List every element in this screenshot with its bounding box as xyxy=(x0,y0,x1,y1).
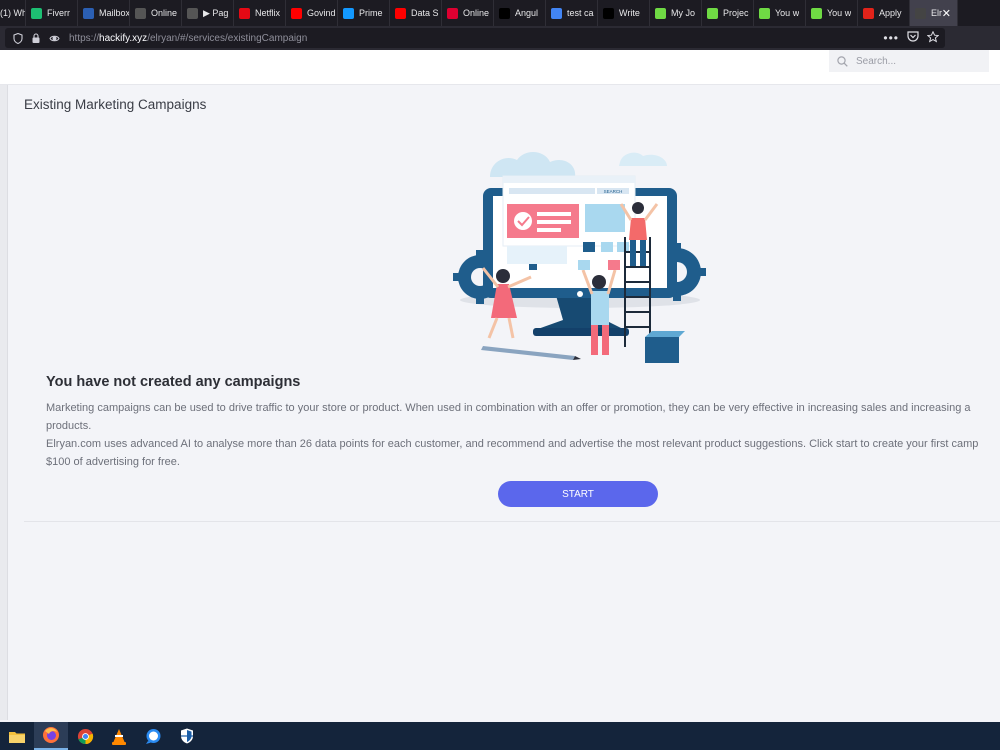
browser-tab[interactable]: Elr ✕ xyxy=(910,0,958,26)
tab-label: Online xyxy=(463,8,490,18)
search-icon xyxy=(837,55,848,67)
netflix-icon xyxy=(239,7,250,19)
start-button[interactable]: START xyxy=(498,481,658,507)
search-input[interactable]: Search... xyxy=(829,50,989,72)
tab-label: Fiverr xyxy=(47,8,70,18)
browser-tab[interactable]: Angul xyxy=(494,0,546,26)
browser-tab[interactable]: ▶ Pag xyxy=(182,0,234,26)
medium-icon xyxy=(499,7,510,19)
google-icon xyxy=(551,7,562,19)
tab-label: You w xyxy=(775,8,800,18)
tab-label: Apply xyxy=(879,8,902,18)
tab-label: You w xyxy=(827,8,852,18)
bookmark-star-icon[interactable] xyxy=(926,30,940,46)
description-line: Elryan.com uses advanced AI to analyse m… xyxy=(46,438,979,450)
tab-label: Prime xyxy=(359,8,383,18)
tab-label: Projec xyxy=(723,8,749,18)
more-actions-icon[interactable]: ••• xyxy=(883,31,899,45)
file-explorer-icon[interactable] xyxy=(0,722,34,750)
illustration-search-text: SEARCH xyxy=(604,189,623,194)
site-permissions-icon[interactable] xyxy=(47,31,61,45)
upwork-icon xyxy=(655,7,666,19)
youtube-icon xyxy=(395,7,406,19)
description-line: products. xyxy=(46,420,92,432)
angular-icon xyxy=(447,7,458,19)
tab-label: test ca xyxy=(567,8,594,18)
description-line: Marketing campaigns can be used to drive… xyxy=(46,402,971,414)
prime-video-icon xyxy=(343,7,354,19)
tab-label: Govind xyxy=(307,8,336,18)
vlc-icon[interactable] xyxy=(102,722,136,750)
browser-tab[interactable]: Data S xyxy=(390,0,442,26)
sidebar-edge xyxy=(0,85,8,720)
tab-label: ▶ Pag xyxy=(203,7,229,18)
page-title: Existing Marketing Campaigns xyxy=(24,97,207,112)
browser-tab[interactable]: You w xyxy=(806,0,858,26)
browser-tab[interactable]: Write xyxy=(598,0,650,26)
browser-nav-bar: https://hackify.xyz/elryan/#/services/ex… xyxy=(0,26,1000,50)
fiverr-icon xyxy=(31,7,42,19)
browser-tab[interactable]: Fiverr xyxy=(26,0,78,26)
browser-tab[interactable]: Prime xyxy=(338,0,390,26)
browser-tab[interactable]: You w xyxy=(754,0,806,26)
mailbox-icon xyxy=(83,7,94,19)
browser-tab[interactable]: Netflix xyxy=(234,0,286,26)
os-taskbar xyxy=(0,722,1000,750)
document-icon xyxy=(135,7,146,19)
shield-icon[interactable] xyxy=(11,31,25,45)
content-divider xyxy=(24,521,1000,522)
tab-label: My Jo xyxy=(671,8,696,18)
empty-campaign-illustration: SEARCH xyxy=(453,151,706,363)
tab-label: Angul xyxy=(515,8,539,18)
youtube-icon xyxy=(291,7,302,19)
browser-tab[interactable]: Govind xyxy=(286,0,338,26)
close-tab-icon[interactable]: ✕ xyxy=(942,7,951,20)
tab-label: Online xyxy=(151,8,178,18)
firefox-icon[interactable] xyxy=(34,722,68,750)
security-shield-icon[interactable] xyxy=(170,722,204,750)
upwork-icon xyxy=(759,7,770,19)
document-icon xyxy=(187,7,198,19)
browser-tab[interactable]: test ca xyxy=(546,0,598,26)
apply-icon xyxy=(863,7,874,19)
elryan-icon xyxy=(915,7,926,19)
browser-tab[interactable]: My Jo xyxy=(650,0,702,26)
app-header: Search... xyxy=(0,50,1000,85)
browser-tab[interactable]: Apply xyxy=(858,0,910,26)
medium-icon xyxy=(603,7,614,19)
url-bar[interactable]: https://hackify.xyz/elryan/#/services/ex… xyxy=(5,28,945,48)
browser-tab[interactable]: (1) Wh xyxy=(0,0,26,26)
empty-state-description: Marketing campaigns can be used to drive… xyxy=(46,399,1000,471)
tab-label: (1) Wh xyxy=(0,8,25,18)
empty-state-title: You have not created any campaigns xyxy=(46,374,301,390)
tab-label: Write xyxy=(619,8,640,18)
browser-tab[interactable]: Online xyxy=(442,0,494,26)
pocket-icon[interactable] xyxy=(907,31,919,45)
tab-label: Data S xyxy=(411,8,439,18)
search-placeholder: Search... xyxy=(856,55,897,67)
browser-tab[interactable]: Online xyxy=(130,0,182,26)
tab-label: Elr xyxy=(931,8,942,18)
upwork-icon xyxy=(811,7,822,19)
browser-tab[interactable]: Projec xyxy=(702,0,754,26)
chrome-icon[interactable] xyxy=(68,722,102,750)
url-text[interactable]: https://hackify.xyz/elryan/#/services/ex… xyxy=(69,33,307,44)
upwork-icon xyxy=(707,7,718,19)
tab-label: Mailbox xyxy=(99,8,129,18)
chat-app-icon[interactable] xyxy=(136,722,170,750)
description-line: $100 of advertising for free. xyxy=(46,456,180,468)
browser-tab[interactable]: Mailbox xyxy=(78,0,130,26)
tab-label: Netflix xyxy=(255,8,281,18)
browser-tab-strip: (1) Wh Fiverr Mailbox Online ▶ Pag Netflix Gov… xyxy=(0,0,1000,26)
lock-icon[interactable] xyxy=(29,31,43,45)
